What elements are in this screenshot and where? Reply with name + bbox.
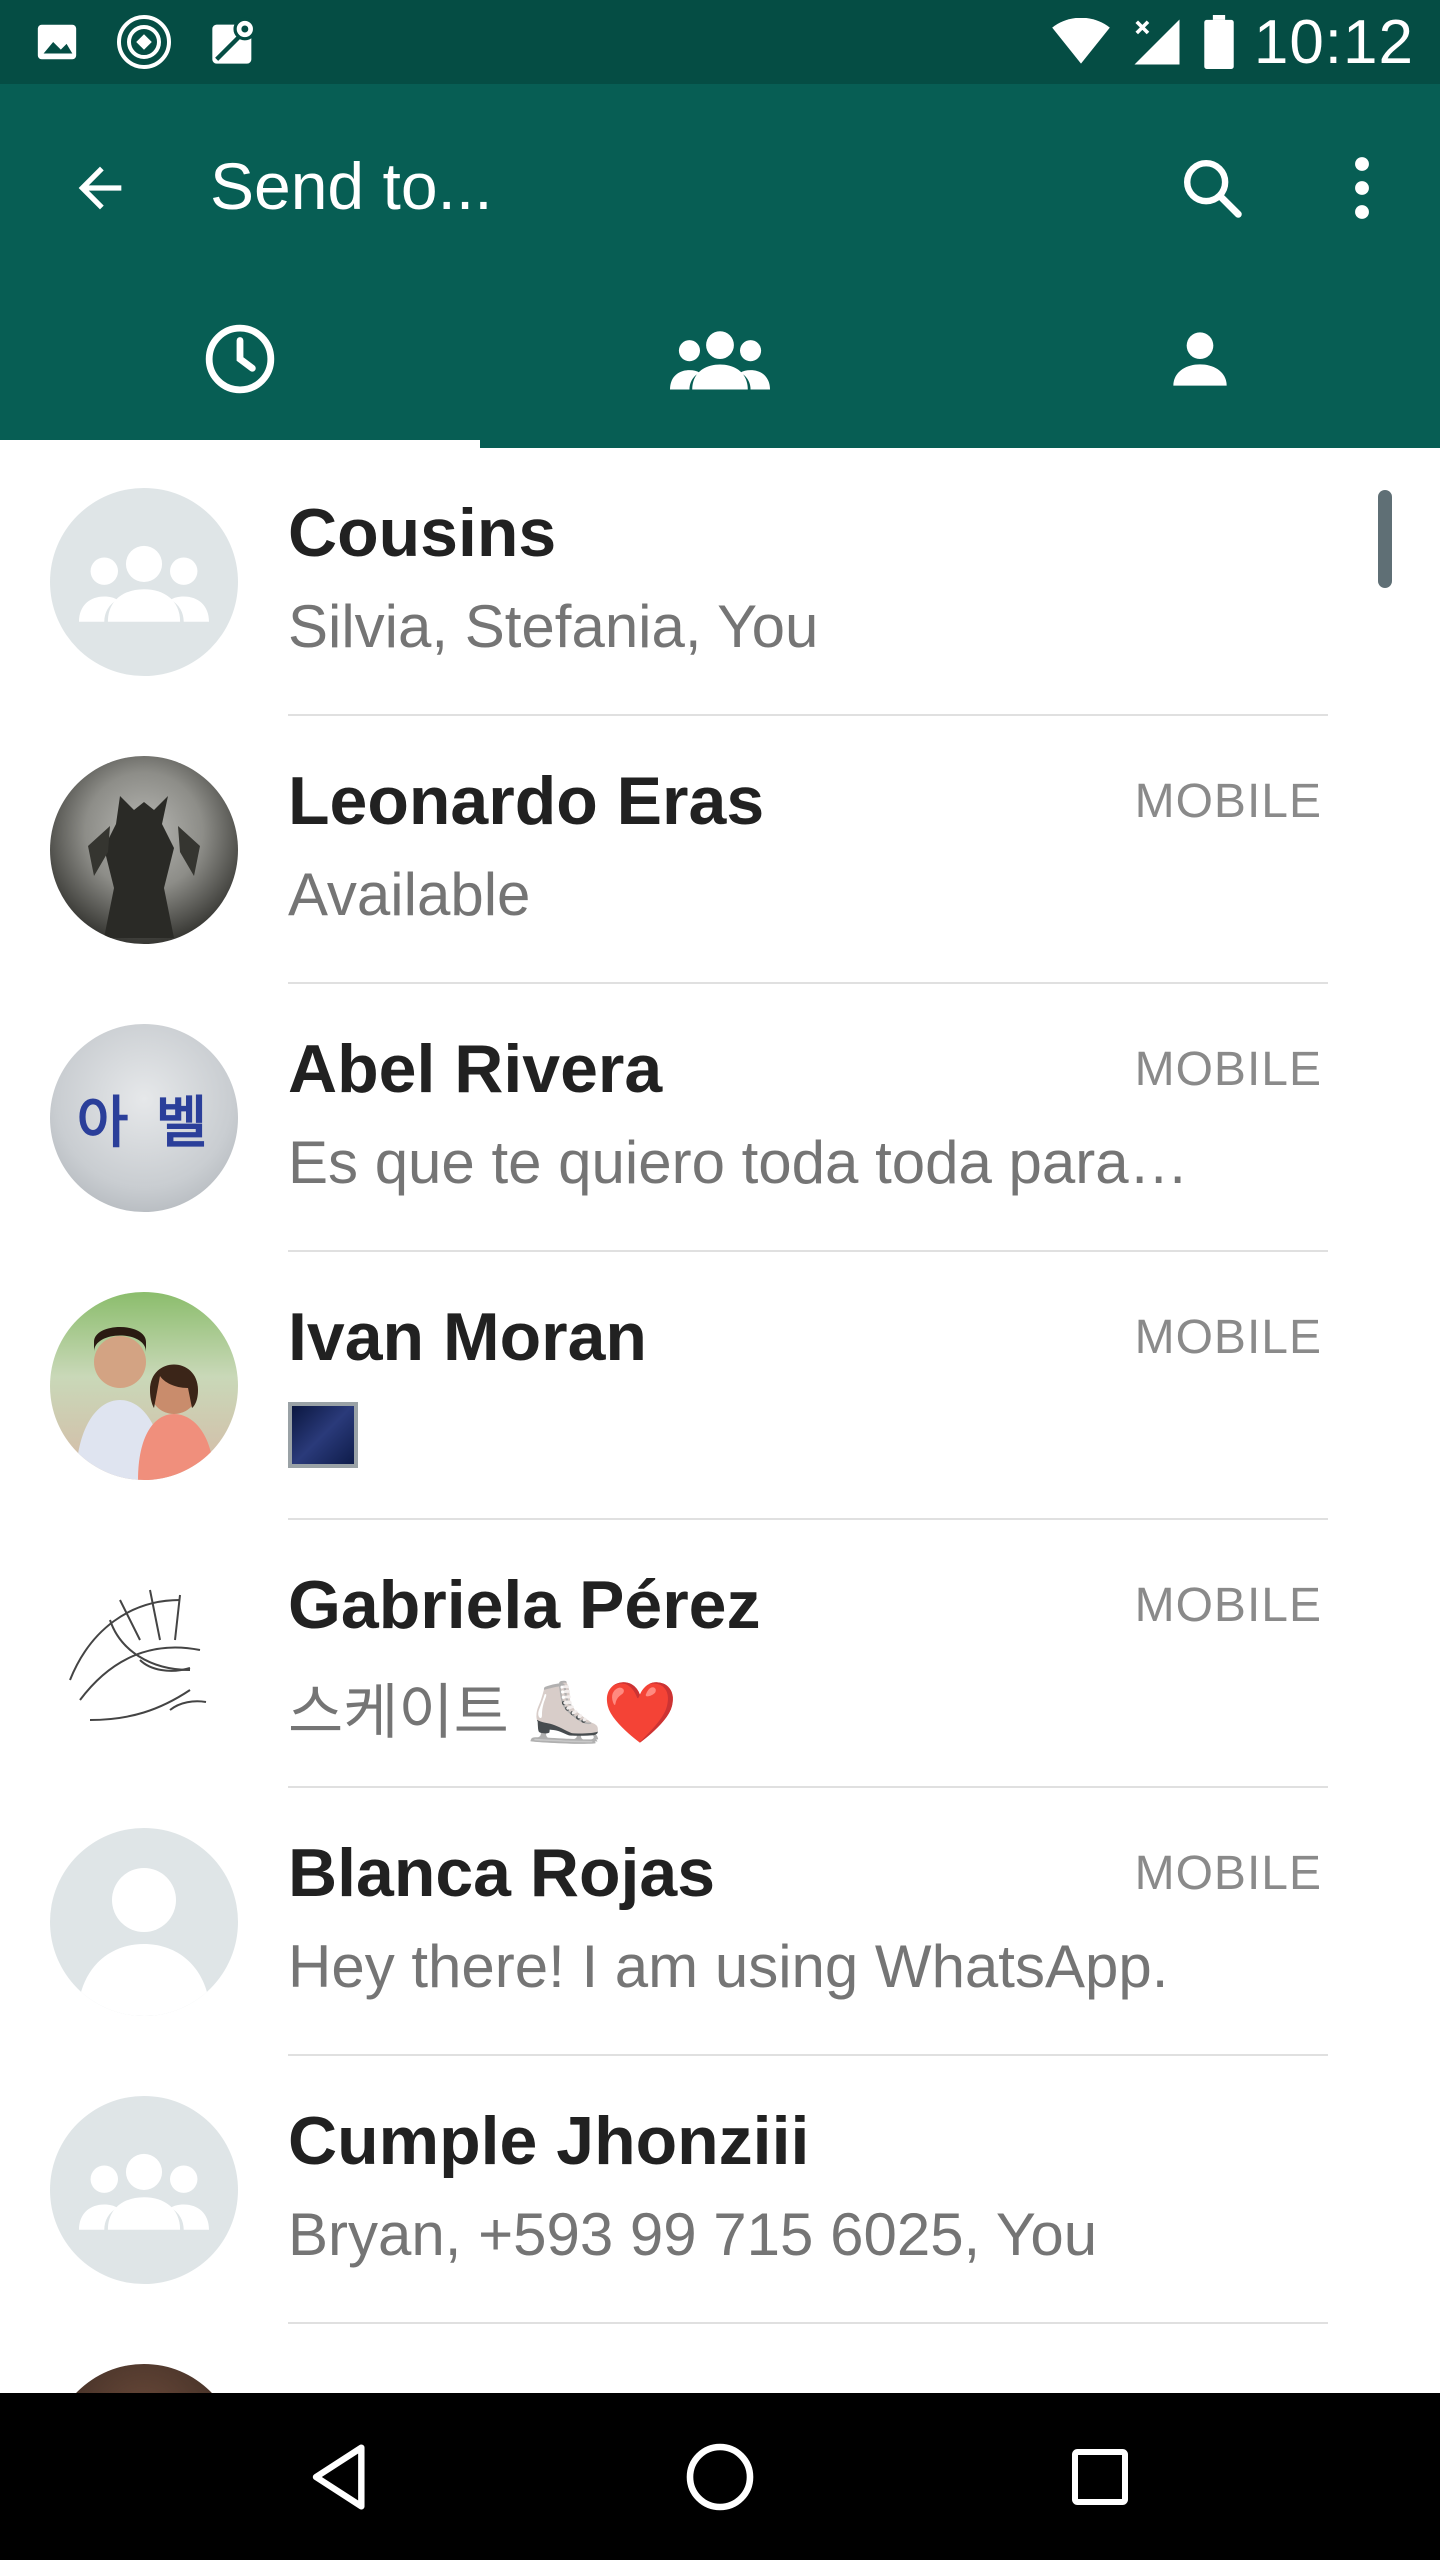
clock-icon [205, 324, 275, 394]
contact-subtitle [288, 1396, 358, 1469]
list-item[interactable]: Blanca Rojas MOBILE Hey there! I am usin… [0, 1788, 1440, 2056]
phone-type-label: MOBILE [1134, 1847, 1322, 1900]
page-title: Send to... [210, 149, 493, 223]
list-item[interactable]: 아 벨 Abel Rivera MOBILE Es que te quiero … [0, 984, 1440, 1252]
phone-type-label: MOBILE [1134, 1579, 1322, 1632]
contact-name: Ivan Moran [288, 1299, 647, 1375]
app-bar: Send to... [0, 84, 1440, 448]
avatar [50, 2096, 238, 2284]
phone-type-label: MOBILE [1134, 775, 1322, 828]
image-icon [34, 19, 80, 65]
avatar [50, 1828, 238, 2016]
screen: 10:12 Send to... Cousins Silvia, Stefani… [0, 0, 1440, 2560]
contact-name: Leonardo Eras [288, 763, 765, 839]
tab-indicator [0, 440, 480, 448]
toolbar: Send to... [0, 84, 1440, 284]
list-item[interactable]: Gabriela Pérez MOBILE 스케이트 ⛸️❤️ [0, 1520, 1440, 1788]
phone-type-label: MOBILE [1134, 1311, 1322, 1364]
tab-recent[interactable] [0, 284, 480, 448]
arrow-left-icon [78, 166, 122, 210]
contact-subtitle: Bryan, +593 99 715 6025, You [288, 2201, 1098, 2268]
target-icon [114, 12, 174, 72]
avatar [50, 1560, 238, 1748]
group-placeholder-icon [79, 2153, 209, 2230]
status-right: 10:12 [1032, 7, 1414, 78]
more-vertical-icon [1355, 157, 1369, 219]
avatar [50, 1292, 238, 1480]
status-left [34, 12, 294, 72]
avatar [50, 2364, 238, 2393]
avatar [50, 488, 238, 676]
image-thumbnail-icon [288, 1402, 358, 1469]
list-item-partial[interactable] [0, 2324, 1440, 2393]
avatar-text: 아 벨 [76, 1090, 212, 1156]
contact-subtitle: Hey there! I am using WhatsApp. [288, 1933, 1169, 2000]
search-button[interactable] [1170, 146, 1254, 230]
map-icon [208, 16, 260, 68]
phone-type-label: MOBILE [1134, 1043, 1322, 1096]
wifi-icon [1052, 18, 1110, 66]
scrollbar[interactable] [1378, 490, 1392, 588]
battery-icon [1204, 15, 1234, 69]
group-placeholder-icon [79, 545, 209, 622]
contact-subtitle: Available [288, 861, 531, 928]
contact-name: Cumple Jhonziii [288, 2103, 810, 2179]
avatar: 아 벨 [50, 1024, 238, 1212]
search-icon [1184, 160, 1242, 218]
contact-subtitle: Es que te quiero toda toda para… [288, 1129, 1189, 1196]
contact-name: Cousins [288, 495, 557, 571]
nav-recents-button[interactable] [1040, 2417, 1160, 2537]
person-icon [1173, 332, 1227, 386]
list-item[interactable]: Cumple Jhonziii Bryan, +593 99 715 6025,… [0, 2056, 1440, 2324]
person-placeholder-icon [80, 1868, 208, 2016]
avatar [50, 756, 238, 944]
list-item[interactable]: Ivan Moran MOBILE [0, 1252, 1440, 1520]
more-options-button[interactable] [1320, 146, 1404, 230]
nav-recents-icon [1072, 2448, 1128, 2505]
nav-home-button[interactable] [660, 2417, 780, 2537]
tab-bar [0, 284, 1440, 448]
status-time: 10:12 [1253, 7, 1414, 77]
contact-subtitle: Silvia, Stefania, You [288, 593, 819, 660]
dark-figure-photo [88, 796, 200, 938]
two-people-photo [76, 1327, 214, 1480]
contact-name: Gabriela Pérez [288, 1567, 761, 1643]
nav-home-icon [686, 2443, 754, 2510]
signal-icon [1130, 15, 1184, 69]
tab-contacts[interactable] [960, 284, 1440, 448]
group-icon [670, 331, 770, 390]
nav-back-icon [312, 2443, 365, 2510]
list-item[interactable]: Leonardo Eras MOBILE Available [0, 716, 1440, 984]
nav-back-button[interactable] [280, 2417, 400, 2537]
contact-name: Blanca Rojas [288, 1835, 716, 1911]
contact-name: Abel Rivera [288, 1031, 663, 1107]
back-button[interactable] [58, 146, 142, 230]
tab-groups[interactable] [480, 284, 960, 448]
nav-bar [0, 2393, 1440, 2560]
status-bar: 10:12 [0, 0, 1440, 84]
sketch-photo [69, 1589, 207, 1721]
list-item[interactable]: Cousins Silvia, Stefania, You [0, 448, 1440, 716]
contact-list: Cousins Silvia, Stefania, You Leonardo E… [0, 448, 1440, 2393]
contact-subtitle: 스케이트 ⛸️❤️ [288, 1678, 678, 1748]
